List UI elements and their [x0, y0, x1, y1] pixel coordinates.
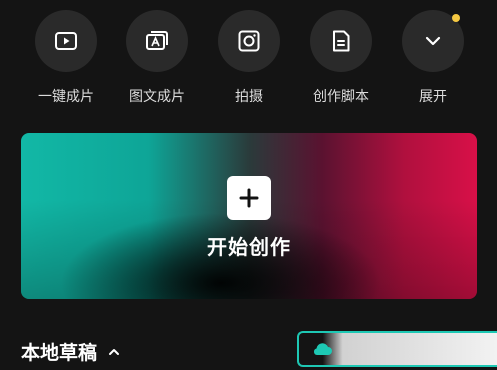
image-text-icon [146, 31, 168, 50]
tool-one-click-video-label: 一键成片 [38, 89, 94, 105]
camera-icon [238, 30, 260, 52]
script-document-icon [333, 30, 350, 52]
cloud-backup-button[interactable] [297, 331, 497, 367]
tool-camera[interactable]: 拍摄 [214, 10, 284, 106]
tool-camera-label: 拍摄 [235, 89, 263, 105]
tool-image-text-video-button[interactable] [126, 10, 188, 72]
cloud-icon [313, 343, 332, 355]
start-create-plus-button[interactable] [227, 176, 271, 220]
chevron-down-icon [425, 36, 441, 46]
tool-expand[interactable]: 展开 [398, 10, 468, 106]
start-create-label: 开始创作 [207, 235, 291, 259]
tool-one-click-video-button[interactable] [35, 10, 97, 72]
play-video-icon [55, 32, 77, 50]
start-create-card[interactable]: 开始创作 [21, 133, 477, 299]
tool-script-button[interactable] [310, 10, 372, 72]
tool-one-click-video[interactable]: 一键成片 [31, 10, 101, 106]
local-drafts-header[interactable]: 本地草稿 [21, 338, 121, 365]
tool-expand-label: 展开 [419, 89, 447, 105]
tool-camera-button[interactable] [218, 10, 280, 72]
notification-dot [452, 14, 460, 22]
tool-image-text-video-label: 图文成片 [129, 89, 185, 105]
tool-script-label: 创作脚本 [313, 89, 369, 105]
chevron-up-icon[interactable] [107, 345, 121, 359]
local-drafts-title: 本地草稿 [21, 342, 98, 364]
tool-script[interactable]: 创作脚本 [306, 10, 376, 106]
tool-image-text-video[interactable]: 图文成片 [122, 10, 192, 106]
plus-icon [239, 188, 259, 208]
